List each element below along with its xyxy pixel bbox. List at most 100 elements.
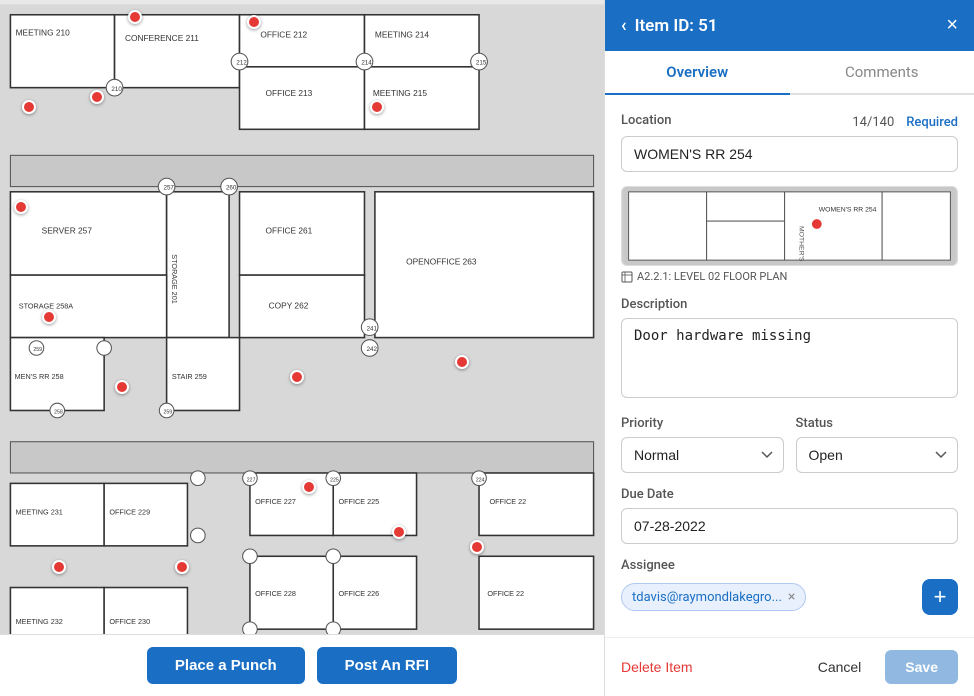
svg-text:COPY 262: COPY 262 (269, 300, 309, 310)
svg-text:CONFERENCE 211: CONFERENCE 211 (125, 33, 199, 43)
punch-marker[interactable] (290, 370, 304, 384)
tab-comments[interactable]: Comments (790, 51, 974, 95)
due-date-field-group: Due Date (621, 487, 958, 544)
status-label: Status (796, 416, 833, 431)
svg-text:STAIR 259: STAIR 259 (172, 372, 207, 381)
map-thumb-svg: MOTHER'S WOMEN'S RR 254 (622, 187, 957, 265)
location-input[interactable] (621, 136, 958, 172)
svg-text:224: 224 (476, 477, 485, 483)
punch-marker[interactable] (14, 200, 28, 214)
svg-text:212: 212 (236, 60, 247, 67)
punch-marker[interactable] (128, 10, 142, 24)
svg-text:OFFICE 225: OFFICE 225 (338, 497, 379, 506)
punch-marker[interactable] (22, 100, 36, 114)
punch-marker[interactable] (370, 100, 384, 114)
location-label: Location (621, 113, 671, 128)
due-date-label: Due Date (621, 487, 674, 502)
description-label: Description (621, 297, 687, 312)
punch-marker[interactable] (247, 15, 261, 29)
punch-marker[interactable] (470, 540, 484, 554)
floor-plan-background: MEETING 210 CONFERENCE 211 OFFICE 212 ME… (0, 0, 604, 696)
punch-marker[interactable] (42, 310, 56, 324)
svg-text:215: 215 (476, 60, 487, 67)
svg-text:OFFICE 230: OFFICE 230 (109, 617, 150, 626)
svg-text:259: 259 (33, 347, 42, 353)
description-label-row: Description (621, 297, 958, 312)
punch-marker[interactable] (175, 560, 189, 574)
punch-marker[interactable] (52, 560, 66, 574)
close-button[interactable]: × (946, 14, 958, 37)
save-button[interactable]: Save (885, 650, 958, 684)
svg-text:OFFICE 226: OFFICE 226 (338, 589, 379, 598)
svg-text:258: 258 (54, 410, 63, 416)
svg-text:MEETING 232: MEETING 232 (16, 617, 63, 626)
footer-action-buttons: Cancel Save (804, 650, 958, 684)
assignee-remove-button[interactable]: × (788, 589, 795, 605)
priority-label-row: Priority (621, 416, 784, 431)
punch-marker[interactable] (302, 480, 316, 494)
svg-text:STORAGE 201: STORAGE 201 (170, 254, 179, 304)
panel-title-text: Item ID: 51 (635, 16, 718, 36)
item-detail-panel: ‹ Item ID: 51 × Overview Comments Locati… (604, 0, 974, 696)
svg-text:OFFICE 213: OFFICE 213 (266, 88, 313, 98)
post-rfi-button[interactable]: Post An RFI (317, 647, 457, 684)
cancel-button[interactable]: Cancel (804, 650, 876, 684)
delete-button[interactable]: Delete Item (621, 659, 693, 675)
map-icon (621, 271, 633, 283)
panel-header: ‹ Item ID: 51 × (605, 0, 974, 51)
punch-marker[interactable] (90, 90, 104, 104)
svg-text:OPENOFFICE 263: OPENOFFICE 263 (406, 257, 477, 267)
svg-text:259: 259 (163, 410, 172, 416)
svg-text:MOTHER'S: MOTHER'S (797, 226, 804, 262)
svg-text:OFFICE 229: OFFICE 229 (109, 508, 150, 517)
svg-text:242: 242 (367, 346, 378, 353)
location-label-row: Location 14/140 Required (621, 111, 958, 130)
svg-text:MEETING 210: MEETING 210 (16, 28, 71, 38)
svg-text:OFFICE 22: OFFICE 22 (489, 497, 526, 506)
svg-text:STORAGE 258A: STORAGE 258A (19, 301, 74, 310)
tab-overview[interactable]: Overview (605, 51, 790, 95)
panel-content: Location 14/140 Required MOTHER'S (605, 95, 974, 637)
svg-text:OFFICE 22: OFFICE 22 (487, 589, 524, 598)
svg-text:257: 257 (163, 185, 174, 192)
svg-text:MEN'S RR 258: MEN'S RR 258 (15, 372, 64, 381)
priority-field-group: Priority Low Normal High Critical (621, 416, 784, 473)
svg-text:WOMEN'S RR 254: WOMEN'S RR 254 (819, 206, 877, 213)
punch-marker[interactable] (392, 525, 406, 539)
panel-tabs: Overview Comments (605, 51, 974, 95)
assignee-tag: tdavis@raymondlakegro... × (621, 583, 806, 611)
svg-text:MEETING 215: MEETING 215 (373, 88, 428, 98)
location-field-group: Location 14/140 Required (621, 111, 958, 172)
map-caption-text: A2.2.1: LEVEL 02 FLOOR PLAN (637, 270, 787, 283)
assignee-field-group: Assignee tdavis@raymondlakegro... × + (621, 558, 958, 615)
assignee-label-row: Assignee (621, 558, 958, 573)
floor-plan-svg: MEETING 210 CONFERENCE 211 OFFICE 212 ME… (0, 0, 604, 696)
svg-text:241: 241 (367, 325, 378, 332)
assignee-label: Assignee (621, 558, 675, 573)
punch-marker[interactable] (115, 380, 129, 394)
svg-text:MEETING 214: MEETING 214 (375, 30, 430, 40)
location-required: Required (906, 115, 958, 130)
map-thumbnail[interactable]: MOTHER'S WOMEN'S RR 254 (621, 186, 958, 266)
svg-text:214: 214 (361, 60, 372, 67)
priority-status-row: Priority Low Normal High Critical Status… (621, 416, 958, 473)
svg-text:OFFICE 227: OFFICE 227 (255, 497, 296, 506)
status-label-row: Status (796, 416, 959, 431)
due-date-label-row: Due Date (621, 487, 958, 502)
description-field-group: Description Door hardware missing (621, 297, 958, 402)
add-assignee-button[interactable]: + (922, 579, 958, 615)
svg-text:210: 210 (111, 86, 122, 93)
due-date-input[interactable] (621, 508, 958, 544)
assignee-row: tdavis@raymondlakegro... × + (621, 579, 958, 615)
assignee-email: tdavis@raymondlakegro... (632, 590, 782, 605)
punch-marker[interactable] (455, 355, 469, 369)
svg-text:OFFICE 212: OFFICE 212 (260, 30, 307, 40)
place-punch-button[interactable]: Place a Punch (147, 647, 305, 684)
back-button[interactable]: ‹ (621, 15, 627, 36)
svg-text:OFFICE 228: OFFICE 228 (255, 589, 296, 598)
status-field-group: Status Open In Progress Closed (796, 416, 959, 473)
priority-select[interactable]: Low Normal High Critical (621, 437, 784, 473)
bottom-toolbar: Place a Punch Post An RFI (0, 634, 604, 696)
description-textarea[interactable]: Door hardware missing (621, 318, 958, 398)
status-select[interactable]: Open In Progress Closed (796, 437, 959, 473)
